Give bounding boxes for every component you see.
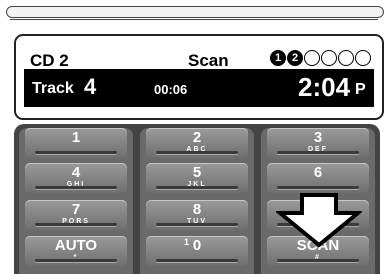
disc-indicator-1: 1 [270, 50, 286, 66]
key-4[interactable]: 4 GHI [25, 163, 127, 193]
key-label: 6 [313, 164, 323, 181]
key-label: 8 [192, 201, 202, 218]
key-label: 1 [71, 129, 81, 146]
display-bezel: CD 2 Scan 1 2 Track 4 00:06 2:04 P [14, 34, 384, 120]
auto-button[interactable]: AUTO * [25, 236, 127, 266]
elapsed-time: 00:06 [154, 82, 188, 97]
key-8[interactable]: 8 TUV [146, 200, 248, 230]
key-ridge [35, 223, 117, 226]
key-ridge [156, 259, 238, 262]
key-label: 2 [192, 129, 202, 146]
display-status-row: CD 2 Scan 1 2 [24, 44, 374, 70]
clock-time: 2:04 [298, 72, 351, 102]
key-ridge [156, 223, 238, 226]
faceplate-edge [10, 19, 378, 20]
down-arrow-callout-icon [276, 193, 362, 247]
key-2[interactable]: 2 ABC [146, 128, 248, 158]
key-ridge [35, 186, 117, 189]
key-0[interactable]: 10 [146, 236, 248, 266]
disc-indicator-2: 2 [287, 50, 303, 66]
key-ridge [277, 151, 359, 154]
key-label: AUTO [54, 237, 98, 254]
key-ridge [156, 151, 238, 154]
key-ridge [156, 186, 238, 189]
clock-suffix: P [355, 81, 366, 98]
track-number: 4 [84, 74, 97, 99]
key-label: 4 [71, 164, 81, 181]
key-label: 5 [192, 164, 202, 181]
key-ridge [35, 259, 117, 262]
key-7[interactable]: 7 PQRS [25, 200, 127, 230]
disc-indicator-4 [321, 50, 337, 66]
track-label: Track [32, 80, 74, 97]
key-6[interactable]: 6 [267, 163, 369, 193]
key-label: 7 [71, 201, 81, 218]
disc-slot-indicators: 1 2 [270, 50, 372, 66]
disc-slot [6, 6, 384, 18]
mode-label: Scan [188, 51, 229, 70]
disc-indicator-3 [304, 50, 320, 66]
display-track-row: Track 4 00:06 2:04 P [24, 69, 374, 107]
disc-indicator-6 [355, 50, 371, 66]
key-ridge [277, 259, 359, 262]
disc-label: CD 2 [30, 51, 69, 70]
key-3[interactable]: 3 DEF [267, 128, 369, 158]
disc-indicator-5 [338, 50, 354, 66]
key-label: 0 [192, 237, 202, 254]
key-5[interactable]: 5 JKL [146, 163, 248, 193]
key-ridge [277, 186, 359, 189]
key-label: 3 [313, 129, 323, 146]
key-ridge [35, 151, 117, 154]
key-1[interactable]: 1 [25, 128, 127, 158]
